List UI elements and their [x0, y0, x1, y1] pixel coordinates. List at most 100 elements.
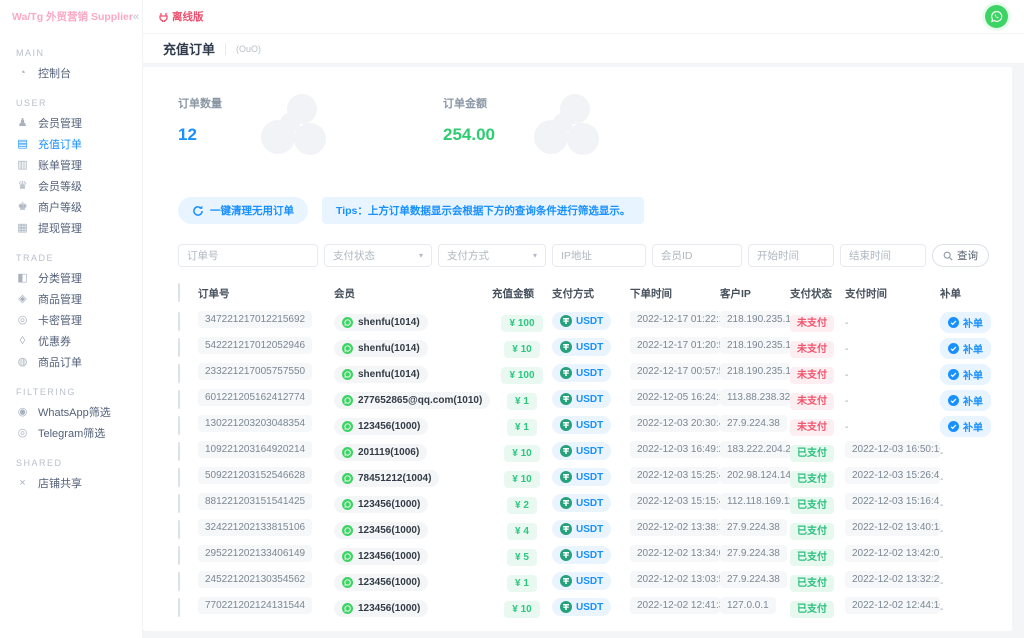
end-time-input[interactable] — [840, 244, 926, 267]
members-icon: ♟ — [17, 117, 28, 129]
sidebar-item-telegram-filter[interactable]: ◎ Telegram筛选 — [0, 422, 142, 443]
withdraw-icon: ▦ — [17, 222, 28, 234]
member-name: 201119(1006) — [358, 447, 420, 458]
nav-section-title: USER — [16, 98, 48, 108]
member-name: 123456(1000) — [358, 577, 421, 588]
sidebar-item-whatsapp-filter[interactable]: ◉ WhatsApp筛选 — [0, 401, 142, 422]
sidebar-item-goods[interactable]: ◈ 商品管理 — [0, 288, 142, 309]
sidebar-item-coupon[interactable]: ◊ 优惠券 — [0, 330, 142, 351]
ip-input[interactable] — [552, 244, 646, 267]
sidebar-item-members[interactable]: ♟ 会员管理 — [0, 112, 142, 133]
sidebar-item-recharge-orders[interactable]: ▤ 充值订单 — [0, 133, 142, 154]
stat-order-count: 订单数量 12 — [178, 94, 388, 159]
stat-value: 12 — [178, 125, 197, 144]
order-no: 770221202124131544 — [198, 597, 313, 614]
select-all-checkbox[interactable] — [178, 283, 180, 302]
row-checkbox[interactable] — [178, 338, 180, 357]
order-no: 347221217012215692 — [198, 311, 313, 328]
order-time: 2022-12-03 15:15:41 — [630, 493, 720, 510]
pay-status-badge: 已支付 — [790, 497, 834, 514]
member-id-input[interactable] — [652, 244, 742, 267]
supplement-order-button[interactable]: 补单 — [940, 415, 991, 437]
member-badge: 277652865@qq.com(1010) — [334, 392, 491, 409]
row-checkbox[interactable] — [178, 390, 180, 409]
check-circle-icon — [948, 394, 959, 406]
pay-method-label: USDT — [576, 315, 604, 327]
order-no-input[interactable] — [178, 244, 318, 267]
order-no: 881221203151541425 — [198, 493, 313, 510]
column-header: 会员 — [334, 287, 355, 300]
sidebar-item-goods-orders[interactable]: ◍ 商品订单 — [0, 351, 142, 372]
row-checkbox[interactable] — [178, 312, 180, 331]
sidebar-item-member-level[interactable]: ♛ 会员等级 — [0, 175, 142, 196]
start-time-input[interactable] — [748, 244, 834, 267]
pay-method-select[interactable]: 支付方式 ▾ — [438, 244, 546, 267]
member-badge: shenfu(1014) — [334, 340, 428, 357]
order-no: 130221203203048354 — [198, 415, 313, 432]
row-checkbox[interactable] — [178, 494, 180, 513]
supplement-empty: - — [940, 552, 944, 563]
table-row: 509221203152546628 78451212(1004) ¥ 10 USDT… — [178, 465, 992, 491]
sidebar-item-label: 商品管理 — [38, 293, 82, 306]
pay-status-select[interactable]: 支付状态 ▾ — [324, 244, 432, 267]
tether-icon — [560, 419, 572, 431]
row-checkbox[interactable] — [178, 442, 180, 461]
sidebar-item-label: 优惠券 — [38, 335, 71, 348]
row-checkbox[interactable] — [178, 598, 180, 617]
tether-icon — [560, 497, 572, 509]
supplement-label: 补单 — [963, 422, 983, 434]
member-badge: 123456(1000) — [334, 522, 429, 539]
pay-method-badge: USDT — [552, 494, 612, 512]
tether-icon — [560, 367, 572, 379]
supplement-order-button[interactable]: 补单 — [940, 363, 991, 385]
row-checkbox[interactable] — [178, 572, 180, 591]
search-button[interactable]: 查询 — [932, 244, 989, 267]
sidebar-collapse-icon[interactable]: « — [133, 11, 139, 23]
row-checkbox[interactable] — [178, 416, 180, 435]
member-badge: 123456(1000) — [334, 418, 429, 435]
pay-status-badge: 未支付 — [790, 419, 834, 436]
member-name: 78451212(1004) — [358, 473, 432, 484]
row-checkbox[interactable] — [178, 468, 180, 487]
pay-time: 2022-12-03 16:50:16 — [845, 441, 940, 458]
recharge-amount: ¥ 10 — [504, 471, 540, 488]
client-ip: 112.118.169.114 — [720, 493, 790, 510]
pay-time: 2022-12-03 15:16:41 — [845, 493, 940, 510]
row-checkbox[interactable] — [178, 546, 180, 565]
stat-label: 订单金额 — [443, 98, 487, 110]
supplement-label: 补单 — [963, 344, 983, 356]
order-time: 2022-12-02 13:03:54 — [630, 571, 720, 588]
pay-time-empty: - — [845, 318, 849, 329]
sidebar-item-shop-share[interactable]: × 店铺共享 — [0, 472, 142, 493]
sidebar-item-merchant-level[interactable]: ♚ 商户等级 — [0, 196, 142, 217]
whatsapp-dot-icon — [342, 551, 353, 562]
sidebar-item-dashboard[interactable]: ◔ 控制台 — [0, 62, 142, 83]
sidebar-item-withdraw[interactable]: ▦ 提现管理 — [0, 217, 142, 238]
recharge-amount: ¥ 1 — [507, 575, 537, 592]
row-checkbox[interactable] — [178, 520, 180, 539]
recharge-amount: ¥ 4 — [507, 523, 537, 540]
whatsapp-avatar[interactable] — [985, 5, 1008, 28]
table-row: 347221217012215692 shenfu(1014) ¥ 100 USDT 2… — [178, 309, 992, 335]
sidebar-item-card-secret[interactable]: ◎ 卡密管理 — [0, 309, 142, 330]
tether-icon — [560, 445, 572, 457]
order-time: 2022-12-03 16:49:20 — [630, 441, 720, 458]
blob-decoration-icon — [534, 94, 599, 155]
sidebar-item-label: 控制台 — [38, 67, 71, 80]
supplement-order-button[interactable]: 补单 — [940, 389, 991, 411]
pay-status-badge: 未支付 — [790, 315, 834, 332]
row-checkbox[interactable] — [178, 364, 180, 383]
supplement-order-button[interactable]: 补单 — [940, 311, 991, 333]
refresh-icon — [193, 205, 203, 216]
order-time: 2022-12-05 16:24:12 — [630, 389, 720, 406]
coupon-icon: ◊ — [19, 334, 26, 347]
supplement-order-button[interactable]: 补单 — [940, 337, 991, 359]
order-time: 2022-12-02 13:38:15 — [630, 519, 720, 536]
sidebar-item-bills[interactable]: ▥ 账单管理 — [0, 154, 142, 175]
clean-orders-button[interactable]: 一键清理无用订单 — [178, 197, 308, 224]
pay-time: 2022-12-02 13:40:13 — [845, 519, 940, 536]
sidebar-item-category[interactable]: ◧ 分类管理 — [0, 267, 142, 288]
offline-version-tag[interactable]: 离线版 — [159, 9, 204, 24]
share-icon: × — [19, 476, 26, 489]
orders-card: 订单数量 12 订单金额 254.00 一键清理无用订单 Tips：上方订单数据… — [143, 67, 1012, 631]
